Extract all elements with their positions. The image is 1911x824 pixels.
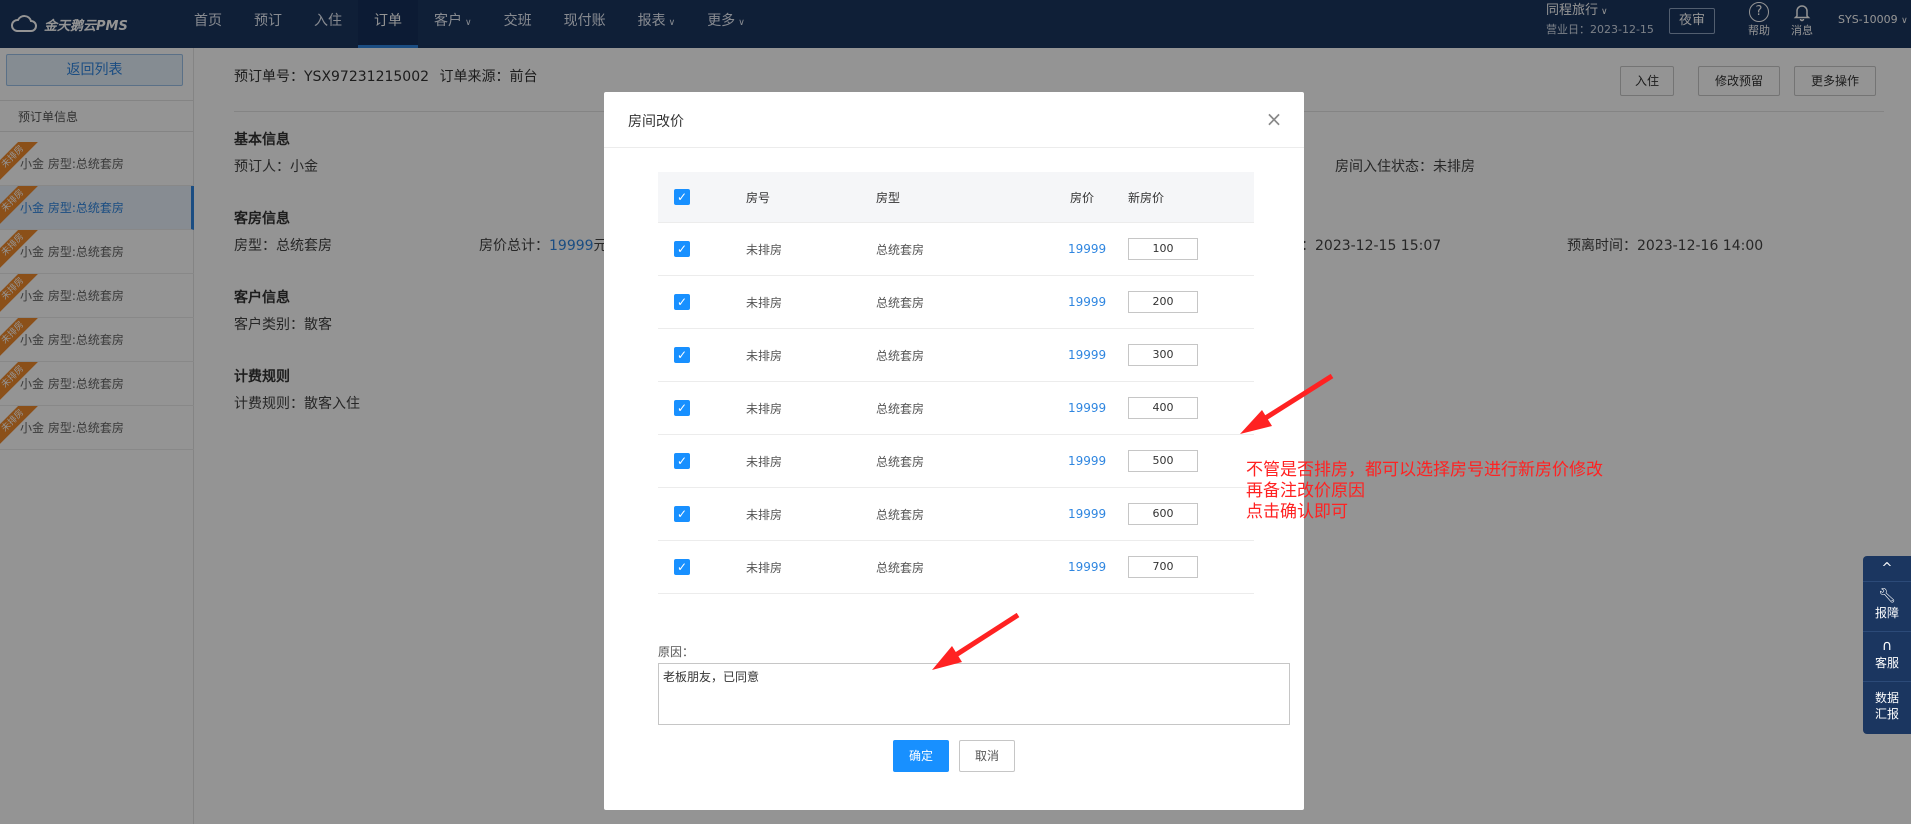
row-checkbox[interactable]: ✓	[674, 453, 690, 469]
close-icon[interactable]: ×	[1262, 107, 1286, 131]
price-cell: 19999	[1068, 348, 1107, 362]
row-checkbox[interactable]: ✓	[674, 294, 690, 310]
room-no-cell: 未排房	[746, 242, 783, 257]
room-no-cell: 未排房	[746, 348, 783, 363]
new-price-input[interactable]: 500	[1128, 450, 1198, 472]
cancel-button[interactable]: 取消	[959, 740, 1015, 772]
annotation-text: 不管是否排房，都可以选择房号进行新房价修改 再备注改价原因 点击确认即可	[1246, 460, 1666, 523]
reason-textarea[interactable]: 老板朋友，已同意	[658, 663, 1290, 725]
wrench-icon: 🔧︎	[1878, 588, 1896, 604]
floating-toolbar: ^ 🔧︎ 报障 ∩ 客服 数据汇报	[1863, 556, 1911, 734]
room-type-cell: 总统套房	[876, 454, 925, 469]
price-cell: 19999	[1068, 507, 1107, 521]
select-all-checkbox[interactable]: ✓	[674, 189, 690, 205]
room-no-cell: 未排房	[746, 295, 783, 310]
report-issue-button[interactable]: 🔧︎ 报障	[1863, 582, 1911, 632]
room-type-cell: 总统套房	[876, 401, 925, 416]
table-row: ✓ 未排房 总统套房 19999 700	[658, 541, 1254, 594]
col-room-no: 房号	[746, 190, 771, 205]
room-no-cell: 未排房	[746, 560, 783, 575]
reason-label: 原因：	[658, 645, 695, 659]
data-report-label: 数据汇报	[1874, 691, 1899, 721]
table-row: ✓ 未排房 总统套房 19999 400	[658, 382, 1254, 435]
annotation-line: 不管是否排房，都可以选择房号进行新房价修改	[1246, 460, 1603, 480]
room-type-cell: 总统套房	[876, 348, 925, 363]
room-type-cell: 总统套房	[876, 242, 925, 257]
table-row: ✓ 未排房 总统套房 19999 300	[658, 329, 1254, 382]
customer-service-label: 客服	[1874, 656, 1899, 670]
annotation-line: 再备注改价原因	[1246, 481, 1365, 501]
new-price-input[interactable]: 400	[1128, 397, 1198, 419]
row-checkbox[interactable]: ✓	[674, 241, 690, 257]
new-price-input[interactable]: 700	[1128, 556, 1198, 578]
room-no-cell: 未排房	[746, 454, 783, 469]
table-header: ✓ 房号 房型 房价 新房价	[658, 172, 1254, 223]
table-row: ✓ 未排房 总统套房 19999 200	[658, 276, 1254, 329]
table-row: ✓ 未排房 总统套房 19999 500	[658, 435, 1254, 488]
price-cell: 19999	[1068, 242, 1107, 256]
price-cell: 19999	[1068, 295, 1107, 309]
room-price-modal: 房间改价 × ✓ 房号 房型 房价 新房价 ✓ 未排房 总统套房 19999 100 ✓ 未…	[604, 92, 1304, 810]
room-type-cell: 总统套房	[876, 507, 925, 522]
new-price-input[interactable]: 200	[1128, 291, 1198, 313]
modal-header: 房间改价 ×	[604, 92, 1304, 148]
new-price-input[interactable]: 100	[1128, 238, 1198, 260]
price-cell: 19999	[1068, 560, 1107, 574]
row-checkbox[interactable]: ✓	[674, 506, 690, 522]
price-cell: 19999	[1068, 454, 1107, 468]
table-body: ✓ 未排房 总统套房 19999 100 ✓ 未排房 总统套房 19999 200 ✓ 未排房 总统套房…	[658, 223, 1254, 594]
table-row: ✓ 未排房 总统套房 19999 100	[658, 223, 1254, 276]
col-price: 房价	[1070, 190, 1095, 205]
confirm-button[interactable]: 确定	[893, 740, 949, 772]
modal-title: 房间改价	[628, 114, 684, 130]
room-type-cell: 总统套房	[876, 560, 925, 575]
row-checkbox[interactable]: ✓	[674, 347, 690, 363]
annotation-line: 点击确认即可	[1246, 502, 1348, 522]
chevron-up-icon: ^	[1881, 561, 1893, 576]
data-report-button[interactable]: 数据汇报	[1863, 682, 1911, 732]
table-row: ✓ 未排房 总统套房 19999 600	[658, 488, 1254, 541]
collapse-up-button[interactable]: ^	[1863, 556, 1911, 582]
customer-service-button[interactable]: ∩ 客服	[1863, 632, 1911, 682]
new-price-input[interactable]: 300	[1128, 344, 1198, 366]
row-checkbox[interactable]: ✓	[674, 559, 690, 575]
row-checkbox[interactable]: ✓	[674, 400, 690, 416]
col-room-type: 房型	[876, 190, 901, 205]
price-table: ✓ 房号 房型 房价 新房价 ✓ 未排房 总统套房 19999 100 ✓ 未排房 总统套房 1…	[658, 172, 1254, 594]
col-new-price: 新房价	[1128, 190, 1165, 205]
room-no-cell: 未排房	[746, 507, 783, 522]
report-issue-label: 报障	[1874, 606, 1899, 620]
room-no-cell: 未排房	[746, 401, 783, 416]
price-cell: 19999	[1068, 401, 1107, 415]
room-type-cell: 总统套房	[876, 295, 925, 310]
headset-icon: ∩	[1881, 638, 1893, 654]
new-price-input[interactable]: 600	[1128, 503, 1198, 525]
